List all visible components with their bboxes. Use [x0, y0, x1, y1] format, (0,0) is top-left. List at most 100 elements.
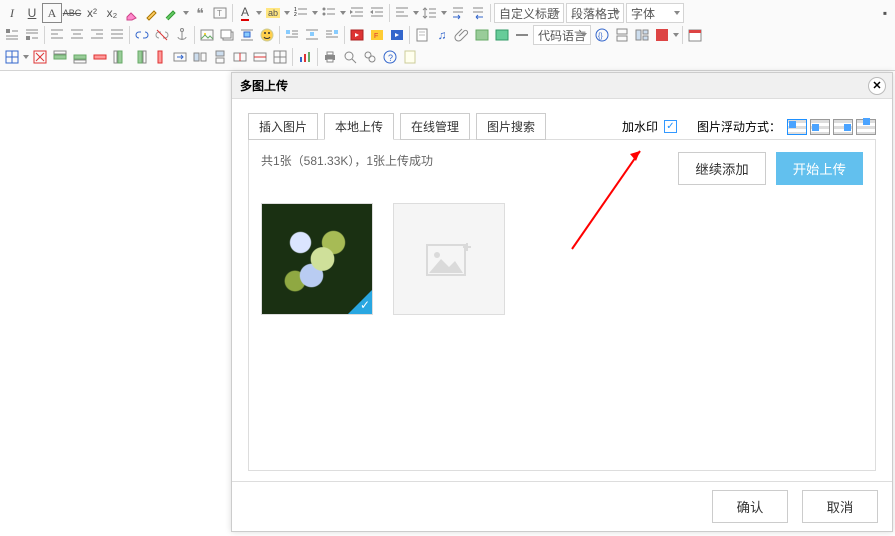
align-justify-icon[interactable] [107, 25, 127, 45]
close-icon[interactable]: ✕ [868, 77, 886, 95]
anchor-icon[interactable] [172, 25, 192, 45]
insert-col-after-icon[interactable] [130, 47, 150, 67]
rtl-icon[interactable] [468, 3, 488, 23]
dropdown-icon[interactable] [311, 11, 319, 15]
font-combo[interactable]: 字体 [626, 3, 684, 23]
eraser-icon[interactable] [122, 3, 142, 23]
draft-icon[interactable] [400, 47, 420, 67]
indent-icon[interactable] [367, 3, 387, 23]
flash-icon[interactable]: F [367, 25, 387, 45]
cancel-button[interactable]: 取消 [802, 490, 878, 523]
ordered-list-icon[interactable]: 12 [291, 3, 311, 23]
insert-row-icon[interactable] [50, 47, 70, 67]
ok-button[interactable]: 确认 [712, 490, 788, 523]
font-icon[interactable]: A [42, 3, 62, 23]
watermark-checkbox[interactable]: ✓ [664, 120, 677, 133]
attachment-icon[interactable] [452, 25, 472, 45]
bgcolor-icon[interactable] [652, 25, 672, 45]
hr-icon[interactable] [512, 25, 532, 45]
brush-icon[interactable] [142, 3, 162, 23]
gmap-icon[interactable] [492, 25, 512, 45]
subscript-icon[interactable]: x₂ [102, 3, 122, 23]
code-lang-combo[interactable]: 代码语言 [533, 25, 591, 45]
format-icon[interactable] [162, 3, 182, 23]
pagebreak-icon[interactable] [612, 25, 632, 45]
music-icon[interactable]: ♫ [432, 25, 452, 45]
delete-col-icon[interactable] [150, 47, 170, 67]
image-center-icon[interactable] [237, 25, 257, 45]
continue-add-button[interactable]: 继续添加 [678, 152, 765, 185]
table-delete-icon[interactable] [30, 47, 50, 67]
image-single-icon[interactable] [197, 25, 217, 45]
float-right-icon[interactable] [322, 25, 342, 45]
title-style-combo[interactable]: 自定义标题 [494, 3, 564, 23]
superscript-icon[interactable]: x² [82, 3, 102, 23]
tab-image-search[interactable]: 图片搜索 [476, 113, 546, 140]
table-icon[interactable] [2, 47, 22, 67]
link-icon[interactable] [132, 25, 152, 45]
split-rows-icon[interactable] [250, 47, 270, 67]
delete-row-icon[interactable] [90, 47, 110, 67]
split-cells-icon[interactable] [230, 47, 250, 67]
video-icon[interactable] [347, 25, 367, 45]
emoji-icon[interactable] [257, 25, 277, 45]
unlink-icon[interactable] [152, 25, 172, 45]
dropdown-icon[interactable] [22, 55, 30, 59]
align-icon[interactable] [392, 3, 412, 23]
dropdown-icon[interactable] [412, 11, 420, 15]
date-icon[interactable] [685, 25, 705, 45]
insert-col-icon[interactable] [110, 47, 130, 67]
dropdown-icon[interactable] [182, 11, 190, 15]
tab-local-upload[interactable]: 本地上传 [324, 113, 394, 140]
strikethrough-icon[interactable]: ABC [62, 3, 82, 23]
align-left-icon[interactable] [47, 25, 67, 45]
thumbnail-add[interactable] [393, 203, 505, 315]
float-left-icon[interactable] [282, 25, 302, 45]
outdent-icon[interactable] [347, 3, 367, 23]
dropdown-icon[interactable] [440, 11, 448, 15]
merge-down-icon[interactable] [210, 47, 230, 67]
help-icon[interactable]: ? [380, 47, 400, 67]
para-before-icon[interactable] [2, 25, 22, 45]
more-icon[interactable]: ▪ [875, 3, 895, 23]
merge-right-icon[interactable] [190, 47, 210, 67]
template-icon[interactable] [632, 25, 652, 45]
float-left-icon[interactable] [810, 119, 830, 135]
textbox-icon[interactable]: T [210, 3, 230, 23]
fontcolor-icon[interactable]: A [235, 3, 255, 23]
page-icon[interactable] [412, 25, 432, 45]
lineheight-icon[interactable] [420, 3, 440, 23]
italic-icon[interactable]: I [2, 3, 22, 23]
para-after-icon[interactable] [22, 25, 42, 45]
tab-online-manage[interactable]: 在线管理 [400, 113, 470, 140]
underline-icon[interactable]: U [22, 3, 42, 23]
float-none-icon[interactable] [302, 25, 322, 45]
dropdown-icon[interactable] [672, 33, 680, 37]
dropdown-icon[interactable] [255, 11, 263, 15]
merge-cells-icon[interactable] [170, 47, 190, 67]
start-upload-button[interactable]: 开始上传 [776, 152, 863, 185]
find-replace-icon[interactable] [360, 47, 380, 67]
preview-icon[interactable] [340, 47, 360, 67]
float-center-icon[interactable] [856, 119, 876, 135]
map-icon[interactable] [472, 25, 492, 45]
insert-row-after-icon[interactable] [70, 47, 90, 67]
align-right-icon[interactable] [87, 25, 107, 45]
ltr-icon[interactable] [448, 3, 468, 23]
tab-insert-image[interactable]: 插入图片 [248, 113, 318, 140]
float-default-icon[interactable] [787, 119, 807, 135]
thumbnail-uploaded[interactable] [261, 203, 373, 315]
code-icon[interactable]: {} [592, 25, 612, 45]
split-cols-icon[interactable] [270, 47, 290, 67]
print-icon[interactable] [320, 47, 340, 67]
para-format-combo[interactable]: 段落格式 [566, 3, 624, 23]
image-multi-icon[interactable] [217, 25, 237, 45]
media-icon[interactable] [387, 25, 407, 45]
unordered-list-icon[interactable] [319, 3, 339, 23]
chart-bar-icon[interactable] [295, 47, 315, 67]
float-right-icon[interactable] [833, 119, 853, 135]
dropdown-icon[interactable] [339, 11, 347, 15]
align-center-icon[interactable] [67, 25, 87, 45]
quote-icon[interactable]: ❝ [190, 3, 210, 23]
dropdown-icon[interactable] [283, 11, 291, 15]
